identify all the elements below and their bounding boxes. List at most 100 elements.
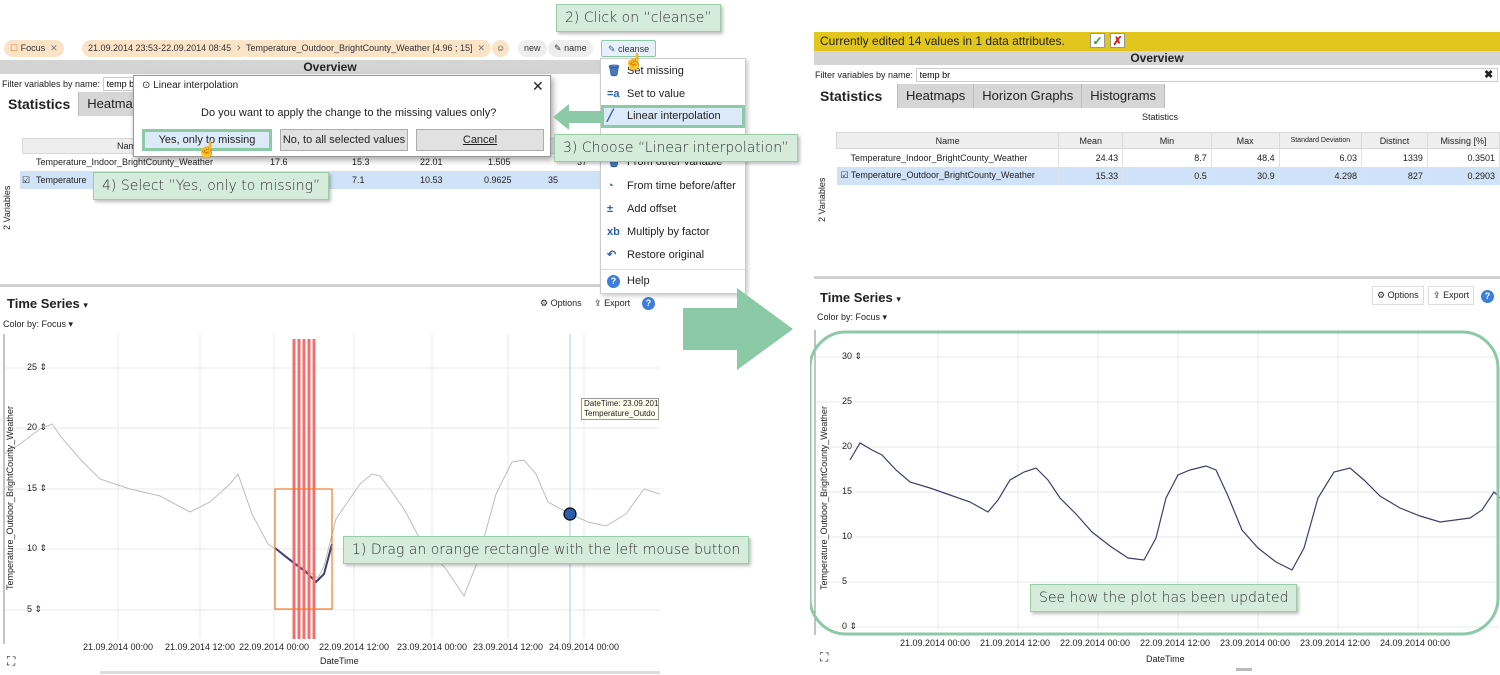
options-button[interactable]: ⚙ Options bbox=[540, 298, 582, 309]
menu-item-multiply-by-factor[interactable]: xb Multiply by factor bbox=[601, 221, 745, 244]
name-chip[interactable]: ✎ name bbox=[548, 40, 593, 57]
checkbox[interactable]: ☑ bbox=[841, 170, 849, 180]
menu-item-set-to-value[interactable]: =a Set to value bbox=[601, 83, 745, 106]
callout-step3: 3) Choose “Linear interpolation” bbox=[554, 134, 798, 162]
x-axis-label: DateTime bbox=[1146, 654, 1185, 664]
x-tick-label: 22.09.2014 00:00 bbox=[1060, 638, 1131, 648]
no-all-selected-button[interactable]: No, to all selected values bbox=[280, 129, 408, 151]
expand-icon[interactable]: ⛶ bbox=[7, 654, 15, 669]
x-tick-label: 21.09.2014 00:00 bbox=[83, 642, 154, 652]
tab-statistics[interactable]: Statistics bbox=[0, 92, 80, 116]
column-header-mean[interactable]: Mean bbox=[1058, 132, 1124, 149]
scrollbar[interactable] bbox=[1236, 668, 1252, 671]
help-icon[interactable]: ? bbox=[642, 297, 655, 310]
column-header-name[interactable]: Name bbox=[835, 132, 1060, 149]
focus-chip[interactable]: ☐ Focus ✕ bbox=[4, 40, 64, 57]
y-axis-label: Temperature_Outdoor_BrightCounty_Weather bbox=[5, 406, 15, 590]
y-tick-label: 5 ⇕ bbox=[27, 604, 43, 614]
filter-input[interactable] bbox=[915, 68, 1498, 82]
tab-horizon-graphs[interactable]: Horizon Graphs bbox=[974, 84, 1083, 108]
dialog-title: ⊙ Linear interpolation bbox=[142, 80, 239, 91]
edited-banner: Currently edited 14 values in 1 data att… bbox=[814, 32, 1500, 51]
table-row[interactable]: Temperature_Indoor_BrightCounty_Weather … bbox=[836, 148, 1500, 167]
export-button[interactable]: ⇪ Export bbox=[1428, 286, 1475, 305]
splitter[interactable] bbox=[0, 284, 600, 287]
x-tick-label: 24.09.2014 00:00 bbox=[549, 642, 620, 652]
cursor-hand-icon: ☝ bbox=[197, 142, 217, 159]
table-cell: 0.9625 bbox=[484, 175, 512, 185]
splitter[interactable] bbox=[814, 276, 1500, 279]
tab-statistics[interactable]: Statistics bbox=[812, 84, 898, 108]
column-header-min[interactable]: Min bbox=[1122, 132, 1212, 149]
table-cell: 17.6 bbox=[270, 157, 288, 167]
x-tick-label: 21.09.2014 12:00 bbox=[165, 642, 236, 652]
timeseries-title[interactable]: Time Series ▾ bbox=[7, 296, 88, 311]
help-icon[interactable]: ? bbox=[1481, 290, 1494, 303]
callout-step1: 1) Drag an orange rectangle with the lef… bbox=[343, 536, 750, 564]
column-header-std[interactable]: Standard Deviation bbox=[1278, 132, 1363, 149]
menu-item-set-missing[interactable]: 🗑 Set missing bbox=[601, 60, 745, 83]
close-icon[interactable]: ✕ bbox=[532, 78, 544, 95]
menu-item-from-time-before-after[interactable]: ◔ From time before/after bbox=[601, 175, 745, 198]
column-header-max[interactable]: Max bbox=[1210, 132, 1280, 149]
new-chip[interactable]: new bbox=[518, 40, 547, 57]
cell-mean: 15.33 bbox=[1058, 166, 1124, 185]
table-cell: 1.505 bbox=[488, 157, 511, 167]
hover-point[interactable] bbox=[563, 507, 577, 521]
color-by-dropdown[interactable]: Color by: Focus ▾ bbox=[3, 319, 73, 330]
left-timeseries-plot[interactable] bbox=[0, 334, 660, 674]
smiley-chip[interactable]: ☺ bbox=[492, 40, 510, 57]
checkbox[interactable]: ☑ bbox=[22, 175, 30, 186]
clock-icon: ◔ bbox=[607, 180, 614, 192]
y-tick-label: 0 ⇕ bbox=[842, 621, 858, 631]
cell-distinct: 827 bbox=[1361, 166, 1428, 185]
menu-item-restore-original[interactable]: ↶ Restore original bbox=[601, 244, 745, 267]
date-range-chip[interactable]: 21.09.2014 23:53-22.09.2014 08:45✕ bbox=[82, 40, 250, 57]
filter-row: Filter variables by name: bbox=[815, 68, 1498, 82]
x-tick-label: 22.09.2014 12:00 bbox=[319, 642, 390, 652]
cell-max: 30.9 bbox=[1211, 166, 1280, 185]
timeseries-title[interactable]: Time Series ▾ bbox=[820, 290, 901, 305]
export-button[interactable]: ⇪ Export bbox=[594, 298, 630, 309]
pencil-icon: ✎ bbox=[608, 44, 616, 54]
accept-icon[interactable]: ✓ bbox=[1090, 33, 1105, 48]
tab-histograms[interactable]: Histograms bbox=[1082, 84, 1166, 108]
close-icon[interactable]: ✕ bbox=[477, 43, 485, 53]
menu-item-linear-interpolation[interactable]: ╱ Linear interpolation bbox=[601, 105, 745, 128]
cancel-button[interactable]: Cancel bbox=[416, 129, 544, 151]
clear-filter-icon[interactable]: ✖ bbox=[1484, 68, 1493, 81]
linear-interpolation-dialog: ⊙ Linear interpolation ✕ Do you want to … bbox=[133, 75, 551, 157]
gear-icon: ⚙ bbox=[1377, 290, 1386, 300]
table-caption: Statistics bbox=[1142, 112, 1179, 122]
variable-range-chip[interactable]: Temperature_Outdoor_BrightCounty_Weather… bbox=[240, 40, 492, 57]
restore-icon: ↶ bbox=[607, 249, 617, 261]
y-tick-label: 15 bbox=[842, 486, 853, 496]
scrollbar[interactable] bbox=[100, 671, 660, 674]
tab-heatmaps[interactable]: Heatmaps bbox=[898, 84, 975, 108]
date-range-label: 21.09.2014 23:53-22.09.2014 08:45 bbox=[88, 43, 232, 53]
cell-max: 48.4 bbox=[1211, 148, 1280, 167]
y-axis-label: Temperature_Outdoor_BrightCounty_Weather bbox=[819, 406, 829, 590]
left-tabs: Statistics Heatmap bbox=[0, 92, 149, 116]
name-label: name bbox=[564, 43, 587, 53]
right-tabs: Statistics Heatmaps Horizon Graphs Histo… bbox=[812, 84, 1166, 108]
color-by-dropdown[interactable]: Color by: Focus ▾ bbox=[817, 312, 887, 323]
right-timeseries-plot[interactable] bbox=[810, 330, 1500, 670]
cell-missing: 0.3501 bbox=[1427, 148, 1500, 167]
menu-item-add-offset[interactable]: ± Add offset bbox=[601, 198, 745, 221]
table-row-selected[interactable]: ☑ Temperature_Outdoor_BrightCounty_Weath… bbox=[836, 166, 1500, 185]
column-header-missing[interactable]: Missing [%] bbox=[1426, 132, 1500, 149]
expand-icon[interactable]: ⛶ bbox=[820, 650, 828, 665]
x-tick-label: 21.09.2014 00:00 bbox=[900, 638, 971, 648]
trash-icon: 🗑 bbox=[607, 65, 621, 77]
x-tick-label: 23.09.2014 00:00 bbox=[1220, 638, 1291, 648]
options-button[interactable]: ⚙ Options bbox=[1372, 286, 1424, 305]
y-tick-label: 25 bbox=[842, 396, 853, 406]
reject-icon[interactable]: ✗ bbox=[1110, 33, 1125, 48]
x-tick-label: 24.09.2014 00:00 bbox=[1380, 638, 1451, 648]
column-header-distinct[interactable]: Distinct bbox=[1361, 132, 1428, 149]
close-icon[interactable]: ✕ bbox=[50, 43, 58, 53]
arrow-to-menu bbox=[553, 104, 603, 130]
dialog-icon: ⊙ bbox=[142, 80, 151, 91]
table-cell: 15.3 bbox=[352, 157, 370, 167]
